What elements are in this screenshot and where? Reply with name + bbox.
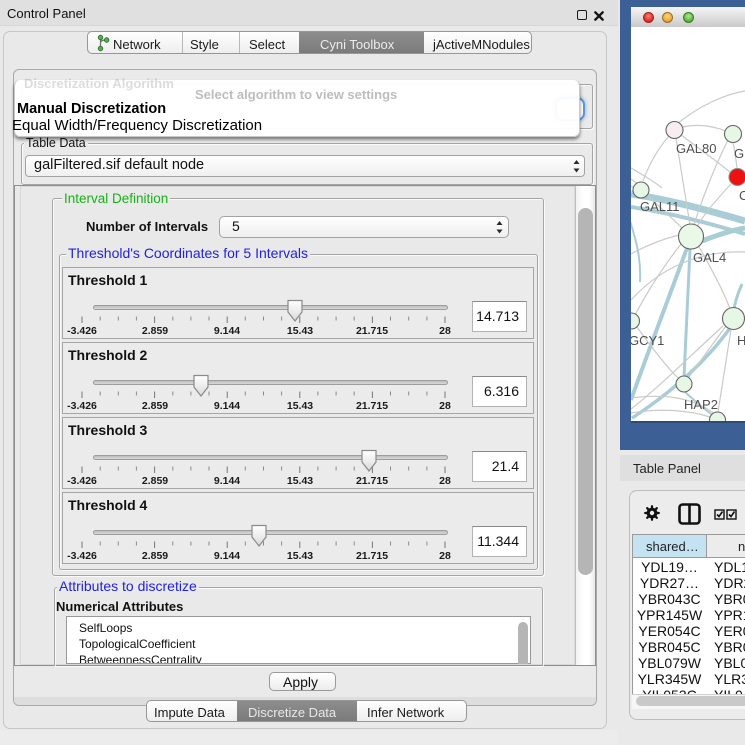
svg-text:G: G: [734, 146, 744, 161]
svg-text:C: C: [739, 188, 745, 203]
svg-text:GAL80: GAL80: [676, 141, 716, 156]
svg-text:HAP2: HAP2: [684, 397, 718, 412]
svg-text:GCY1: GCY1: [631, 333, 664, 348]
svg-text:GAL4: GAL4: [693, 250, 726, 265]
svg-text:GAL11: GAL11: [640, 199, 680, 214]
svg-text:H: H: [737, 333, 745, 348]
